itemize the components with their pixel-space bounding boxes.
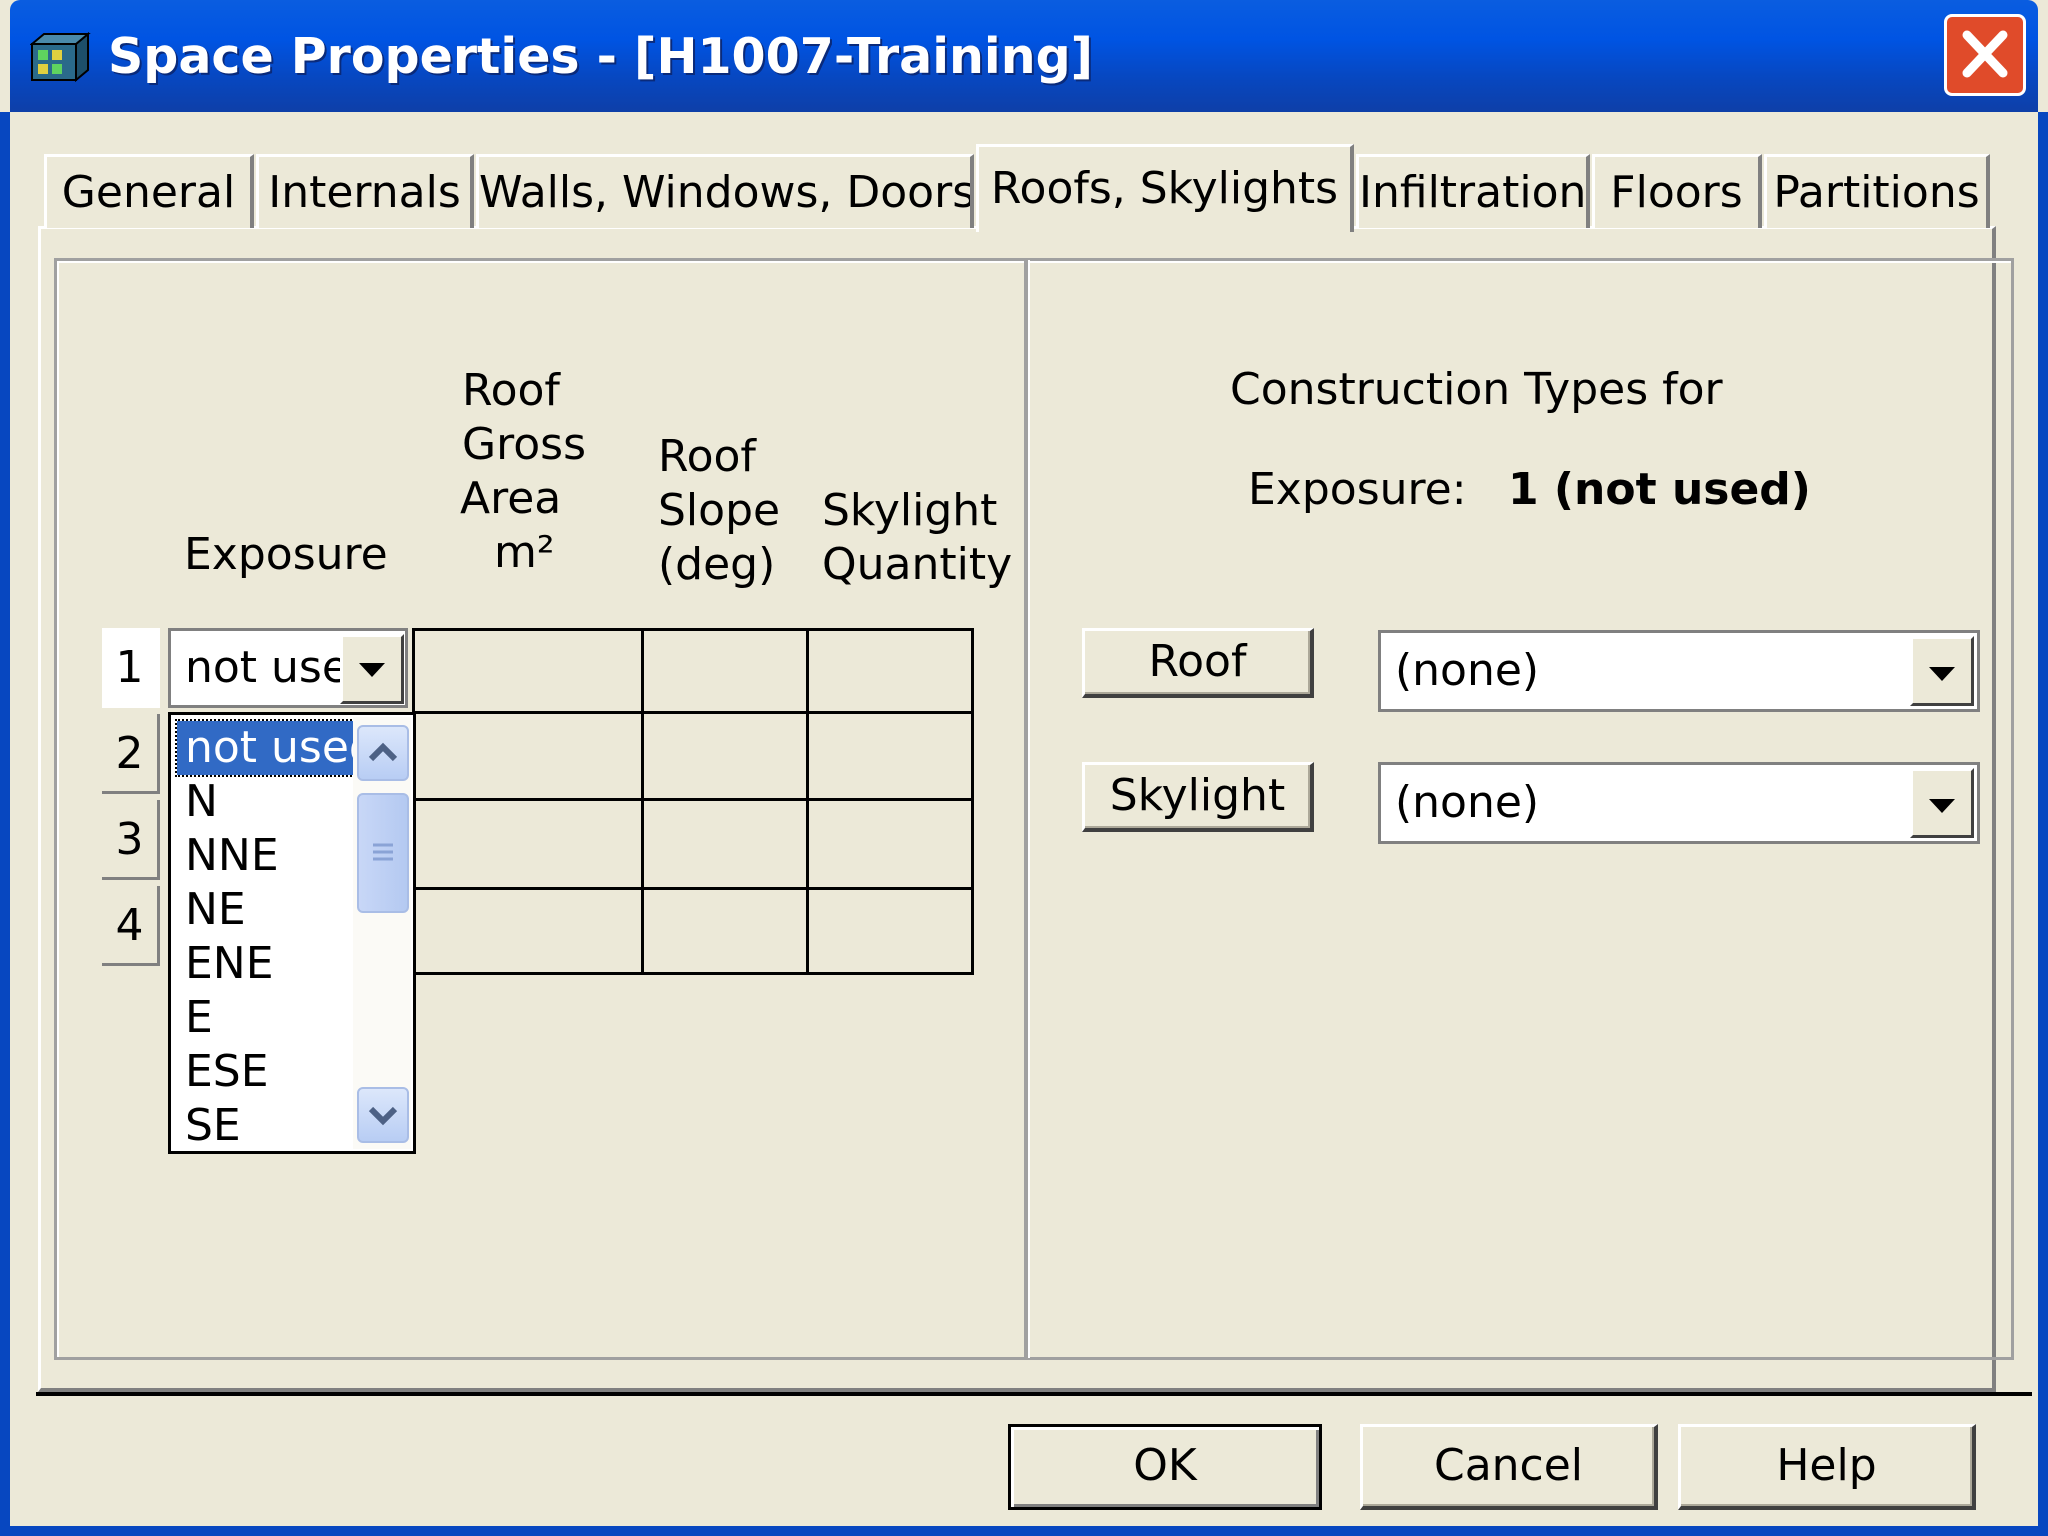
tab-floors[interactable]: Floors	[1592, 154, 1762, 228]
cancel-button[interactable]: Cancel	[1360, 1424, 1658, 1510]
tab-internals[interactable]: Internals	[256, 154, 474, 228]
roof-button[interactable]: Roof	[1082, 628, 1314, 698]
tab-infiltration[interactable]: Infiltration	[1356, 154, 1590, 228]
header-roof-gross-area-2: Gross	[462, 419, 586, 470]
roof-construction-select[interactable]: (none)	[1378, 630, 1980, 712]
skylight-button-label: Skylight	[1109, 770, 1286, 821]
list-scrollbar[interactable]	[353, 717, 411, 1149]
header-roof-gross-area-unit: m²	[494, 527, 555, 578]
exposure-label: Exposure:	[1248, 464, 1467, 515]
list-item[interactable]: SE	[177, 1099, 353, 1153]
cell-skylight-qty[interactable]	[806, 628, 974, 714]
list-item[interactable]: E	[177, 991, 353, 1045]
cell-skylight-qty[interactable]	[806, 711, 974, 801]
window-frame-left	[0, 112, 10, 1536]
list-item[interactable]: NE	[177, 883, 353, 937]
exposure-value: 1 (not used)	[1508, 464, 1811, 515]
cell-roof-slope[interactable]	[641, 628, 809, 714]
skylight-dropdown-button[interactable]	[1910, 768, 1974, 838]
cell-roof-area[interactable]	[412, 711, 644, 801]
window-title: Space Properties - [H1007-Training]	[108, 28, 1094, 85]
app-icon	[30, 31, 91, 82]
scroll-thumb[interactable]	[357, 793, 409, 913]
row-number[interactable]: 1	[102, 628, 160, 708]
list-item[interactable]: NNE	[177, 829, 353, 883]
panel-divider	[1024, 260, 1030, 1358]
window-frame-bottom	[0, 1526, 2048, 1536]
chevron-down-icon	[1929, 799, 1955, 813]
cell-roof-slope[interactable]	[641, 711, 809, 801]
header-roof-gross-area-3: Area	[460, 473, 562, 524]
cell-roof-area[interactable]	[412, 628, 644, 714]
list-item[interactable]: ENE	[177, 937, 353, 991]
header-roof-slope-1: Roof	[658, 431, 756, 482]
list-item[interactable]: N	[177, 775, 353, 829]
close-button[interactable]	[1944, 14, 2026, 96]
roof-dropdown-button[interactable]	[1910, 636, 1974, 706]
cell-roof-slope[interactable]	[641, 887, 809, 975]
tab-general[interactable]: General	[44, 154, 254, 228]
header-exposure: Exposure	[184, 529, 388, 580]
cell-roof-area[interactable]	[412, 798, 644, 890]
row-number[interactable]: 4	[102, 886, 160, 966]
roof-button-label: Roof	[1148, 636, 1247, 687]
list-item[interactable]: ESE	[177, 1045, 353, 1099]
header-skylight-quantity-2: Quantity	[822, 539, 1013, 590]
header-roof-gross-area-1: Roof	[462, 365, 560, 416]
row-number[interactable]: 2	[102, 714, 160, 794]
skylight-construction-select[interactable]: (none)	[1378, 762, 1980, 844]
chevron-down-icon	[368, 1106, 398, 1126]
row-number[interactable]: 3	[102, 800, 160, 880]
tab-walls-windows-doors[interactable]: Walls, Windows, Doors	[476, 154, 974, 228]
help-button[interactable]: Help	[1678, 1424, 1976, 1510]
cell-roof-area[interactable]	[412, 887, 644, 975]
cell-roof-slope[interactable]	[641, 798, 809, 890]
skylight-button[interactable]: Skylight	[1082, 762, 1314, 832]
dialog-window: Space Properties - [H1007-Training] Gene…	[0, 0, 2048, 1536]
header-skylight-quantity-1: Skylight	[822, 485, 998, 536]
cell-skylight-qty[interactable]	[806, 887, 974, 975]
chevron-down-icon	[1929, 667, 1955, 681]
scroll-down-button[interactable]	[357, 1087, 409, 1143]
grip-icon	[373, 843, 393, 861]
header-roof-slope-3: (deg)	[658, 539, 776, 590]
list-item[interactable]: not used	[175, 719, 355, 777]
chevron-up-icon	[368, 742, 398, 762]
window-frame-right	[2038, 112, 2048, 1536]
exposure-dropdown-list[interactable]: not used N NNE NE ENE E ESE SE	[168, 712, 416, 1154]
chevron-down-icon	[359, 663, 385, 677]
construction-types-heading: Construction Types for	[1230, 364, 1723, 415]
tab-roofs-skylights[interactable]: Roofs, Skylights	[976, 144, 1354, 232]
tab-partitions[interactable]: Partitions	[1764, 154, 1990, 228]
scroll-up-button[interactable]	[357, 725, 409, 781]
footer-divider	[36, 1392, 2032, 1396]
header-roof-slope-2: Slope	[658, 485, 781, 536]
ok-button[interactable]: OK	[1008, 1424, 1322, 1510]
close-icon	[1962, 30, 2008, 78]
exposure-dropdown-button[interactable]	[340, 634, 404, 704]
cell-skylight-qty[interactable]	[806, 798, 974, 890]
